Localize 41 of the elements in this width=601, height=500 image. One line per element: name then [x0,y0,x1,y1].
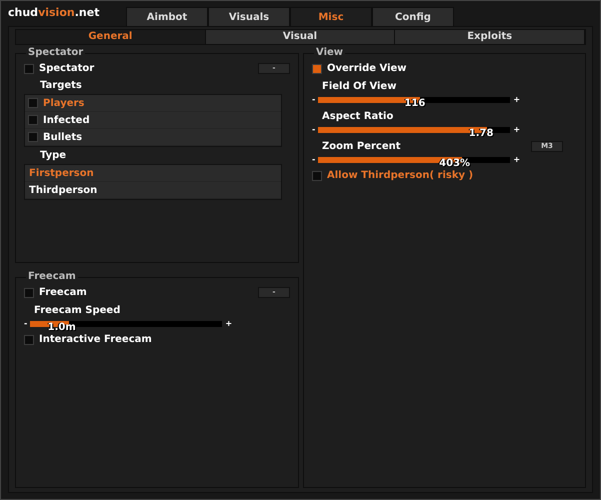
list-item[interactable]: Firstperson [29,166,94,180]
list-item[interactable]: Players [43,96,84,110]
list-item[interactable]: Bullets [43,130,82,144]
section-label: Targets [40,79,82,93]
slider-label: Field Of View [322,80,396,94]
list-item[interactable]: Thirdperson [29,182,98,198]
tab[interactable]: Aimbot [126,7,208,26]
section-label: Type [40,149,66,163]
decrease-button[interactable]: - [312,96,316,104]
checkbox[interactable] [28,115,38,125]
group-title: Spectator [26,47,86,59]
checkbox[interactable] [24,288,34,298]
increase-button[interactable]: + [513,126,520,134]
checkbox[interactable] [24,64,34,74]
checkbox[interactable] [28,98,38,108]
option-label: Allow Thirdperson( risky ) [327,169,474,183]
subtab[interactable]: General [16,30,206,44]
slider-label: Zoom Percent [322,140,401,154]
option-label: Override View [327,62,407,76]
logo: chudvision.net [8,5,100,22]
subtab[interactable]: Exploits [395,30,586,44]
increase-button[interactable]: + [225,320,232,328]
decrease-button[interactable]: - [24,320,28,328]
checkbox[interactable] [312,170,322,180]
increase-button[interactable]: + [513,156,520,164]
checkbox[interactable] [312,64,322,74]
tab[interactable]: Config [372,7,454,26]
option-label: Freecam [39,286,87,300]
tab[interactable]: Misc [290,7,372,26]
slider-label: Aspect Ratio [322,110,394,124]
checkbox[interactable] [24,334,34,344]
subtab[interactable]: Visual [206,30,396,44]
tab[interactable]: Visuals [208,7,290,26]
option-label: Spectator [39,62,94,76]
decrease-button[interactable]: - [312,156,316,164]
checkbox[interactable] [28,132,38,142]
list-item[interactable]: Infected [43,112,90,128]
decrease-button[interactable]: - [312,126,316,134]
slider-label: Freecam Speed [34,304,120,318]
option-label: Interactive Freecam [39,333,152,347]
increase-button[interactable]: + [513,96,520,104]
